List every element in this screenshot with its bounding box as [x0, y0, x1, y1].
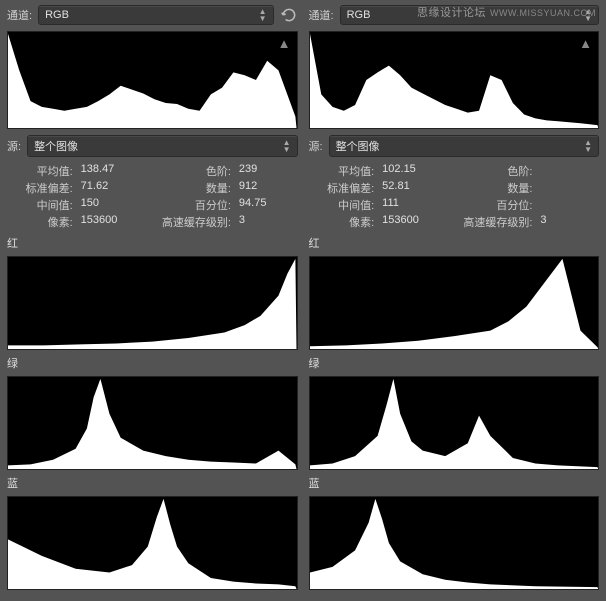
source-value: 整个图像 [34, 138, 78, 154]
red-histogram [309, 256, 600, 350]
blue-histogram [7, 496, 298, 590]
stat-pixels-label: 像素: [311, 214, 375, 230]
stat-pixels-label: 像素: [9, 214, 73, 230]
stat-mean-label: 平均值: [311, 163, 375, 179]
blue-histogram [309, 496, 600, 590]
stat-level-label: 色阶: [447, 163, 533, 179]
stat-mean-value: 138.47 [81, 163, 138, 179]
red-channel-label: 红 [305, 234, 604, 252]
refresh-icon[interactable] [280, 6, 298, 24]
watermark: 思缘设计论坛WWW.MISSYUAN.COM [417, 4, 596, 20]
stat-stddev-label: 标准偏差: [9, 180, 73, 196]
stat-pct-label: 百分位: [145, 197, 231, 213]
green-channel-label: 绿 [305, 354, 604, 372]
source-value: 整个图像 [336, 138, 380, 154]
stat-pixels-value: 153600 [382, 214, 439, 230]
stat-level-label: 色阶: [145, 163, 231, 179]
blue-channel-label: 蓝 [3, 474, 302, 492]
rgb-histogram: ▲ [7, 31, 298, 129]
stat-cache-label: 高速缓存级别: [447, 214, 533, 230]
left-panel: 通道: RGB ▲▼ ▲ 源: 整个图像 ▲▼ 平均值: 138.47 色阶: 23… [3, 3, 302, 592]
stat-cache-value: 3 [540, 214, 597, 230]
histogram-panels: 通道: RGB ▲▼ ▲ 源: 整个图像 ▲▼ 平均值: 138.47 色阶: 23… [0, 0, 606, 595]
source-label: 源: [309, 138, 323, 154]
dropdown-arrows-icon: ▲▼ [584, 139, 592, 153]
stat-median-value: 111 [382, 197, 439, 213]
channel-dropdown[interactable]: RGB ▲▼ [38, 5, 273, 25]
channel-label: 通道: [7, 7, 32, 23]
green-channel-label: 绿 [3, 354, 302, 372]
warning-icon[interactable]: ▲ [278, 36, 291, 51]
stat-median-value: 150 [81, 197, 138, 213]
stat-stddev-value: 52.81 [382, 180, 439, 196]
green-histogram [309, 376, 600, 470]
stat-level-value [540, 163, 597, 179]
stat-stddev-label: 标准偏差: [311, 180, 375, 196]
right-panel: 通道: RGB ▲▼ ▲ 源: 整个图像 ▲▼ 平均值: 102.15 色阶: 标… [305, 3, 604, 592]
source-dropdown[interactable]: 整个图像 ▲▼ [329, 135, 599, 157]
red-channel-label: 红 [3, 234, 302, 252]
stat-median-label: 中间值: [311, 197, 375, 213]
stat-mean-value: 102.15 [382, 163, 439, 179]
stat-pixels-value: 153600 [81, 214, 138, 230]
source-dropdown[interactable]: 整个图像 ▲▼ [27, 135, 297, 157]
stat-pct-value [540, 197, 597, 213]
stat-cache-value: 3 [239, 214, 296, 230]
statistics-grid: 平均值: 102.15 色阶: 标准偏差: 52.81 数量: 中间值: 111 百分… [305, 161, 604, 232]
stat-count-label: 数量: [145, 180, 231, 196]
stat-median-label: 中间值: [9, 197, 73, 213]
statistics-grid: 平均值: 138.47 色阶: 239 标准偏差: 71.62 数量: 912 中间值:… [3, 161, 302, 232]
stat-stddev-value: 71.62 [81, 180, 138, 196]
stat-count-value: 912 [239, 180, 296, 196]
source-label: 源: [7, 138, 21, 154]
stat-cache-label: 高速缓存级别: [145, 214, 231, 230]
stat-count-value [540, 180, 597, 196]
stat-level-value: 239 [239, 163, 296, 179]
rgb-histogram: ▲ [309, 31, 600, 129]
warning-icon[interactable]: ▲ [579, 36, 592, 51]
channel-label: 通道: [309, 7, 334, 23]
blue-channel-label: 蓝 [305, 474, 604, 492]
stat-pct-label: 百分位: [447, 197, 533, 213]
stat-count-label: 数量: [447, 180, 533, 196]
dropdown-arrows-icon: ▲▼ [283, 139, 291, 153]
channel-value: RGB [347, 9, 371, 21]
dropdown-arrows-icon: ▲▼ [259, 8, 267, 22]
red-histogram [7, 256, 298, 350]
stat-mean-label: 平均值: [9, 163, 73, 179]
green-histogram [7, 376, 298, 470]
stat-pct-value: 94.75 [239, 197, 296, 213]
channel-value: RGB [45, 9, 69, 21]
